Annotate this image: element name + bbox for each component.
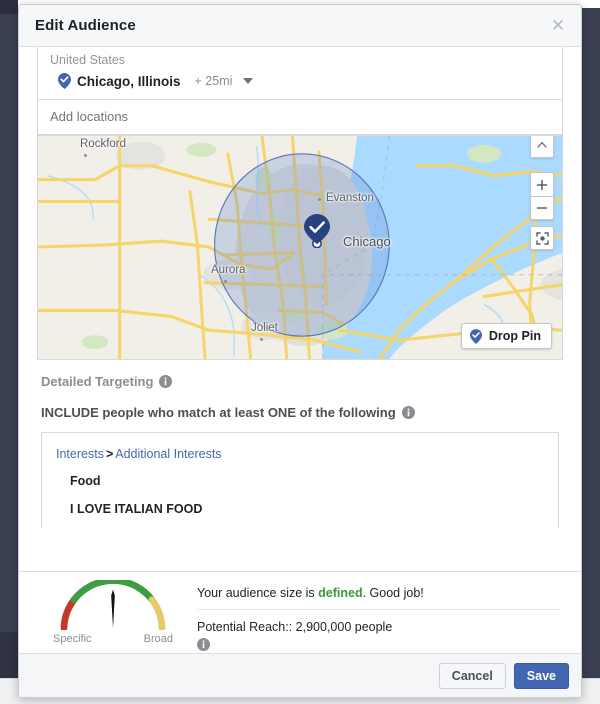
cancel-button[interactable]: Cancel (438, 662, 506, 689)
page-title: Edit Audience (35, 17, 136, 34)
gauge-specific-label: Specific (53, 633, 92, 645)
audience-size-status: Your audience size is defined. Good job! (197, 586, 561, 610)
drop-pin-label: Drop Pin (488, 329, 541, 343)
map-fullscreen-button[interactable] (530, 226, 554, 250)
locations-section: United States Chicago, Illinois + 25mi (19, 47, 581, 135)
dialog-header: Edit Audience ✕ (19, 5, 581, 47)
chevron-up-icon (537, 141, 547, 148)
save-button[interactable]: Save (513, 662, 569, 689)
audience-size-prefix: Your audience size is (197, 586, 319, 600)
location-name: Chicago, Illinois (77, 73, 181, 89)
detailed-targeting-heading: Detailed Targeting (41, 374, 559, 389)
background-right-edge (582, 0, 600, 704)
locations-box: United States Chicago, Illinois + 25mi (37, 47, 563, 135)
info-icon[interactable] (159, 375, 173, 388)
audience-size-suffix: . Good job! (362, 586, 424, 600)
plus-icon (536, 179, 548, 190)
location-map[interactable]: Rockford Evanston Chicago Aurora Joliet … (37, 135, 563, 360)
detailed-targeting-section: Detailed Targeting INCLUDE people who ma… (19, 360, 581, 528)
info-icon[interactable] (401, 406, 415, 419)
map-pin-marker[interactable] (304, 214, 330, 248)
location-radius: + 25mi (194, 74, 233, 88)
edit-audience-dialog: Edit Audience ✕ United States Chicago, I… (18, 4, 582, 698)
chevron-down-icon[interactable] (243, 78, 254, 84)
map-zoom-in-button[interactable] (530, 172, 554, 196)
background-nav-block (0, 632, 18, 678)
gauge-meter-icon (60, 577, 166, 632)
add-locations-input[interactable] (38, 100, 562, 134)
page-root: a t g ur ur s yo Edit Audience ✕ United … (0, 0, 600, 704)
map-zoom-out-button[interactable] (530, 196, 554, 220)
detailed-targeting-label: Detailed Targeting (41, 374, 154, 389)
potential-reach: Potential Reach:: 2,900,000 people (197, 620, 393, 634)
breadcrumb-additional-interests-link[interactable]: Additional Interests (115, 447, 221, 461)
dialog-body: United States Chicago, Illinois + 25mi A… (19, 47, 581, 653)
background-nav-top (0, 0, 18, 14)
audience-summary: Your audience size is defined. Good job!… (187, 580, 561, 653)
map-pin-check-icon (58, 73, 71, 89)
location-country-label: United States (50, 53, 126, 67)
status-badge: defined (318, 586, 363, 600)
list-item[interactable]: I LOVE ITALIAN FOOD (42, 502, 558, 516)
location-row-chicago[interactable]: Chicago, Illinois + 25mi (38, 69, 562, 100)
include-label: INCLUDE people who match at least ONE of… (41, 405, 396, 420)
drop-pin-button[interactable]: Drop Pin (460, 323, 552, 349)
dialog-footer: Cancel Save (19, 653, 581, 697)
minus-icon (536, 207, 548, 209)
map-pan-up-button[interactable] (530, 136, 554, 158)
fullscreen-target-icon (535, 231, 549, 245)
gauge-broad-label: Broad (143, 633, 173, 645)
breadcrumb-separator: > (105, 447, 114, 461)
breadcrumb: Interests > Additional Interests (42, 447, 558, 461)
info-icon[interactable] (197, 638, 210, 651)
gauge-scale-labels: Specific Broad (39, 633, 187, 645)
audience-size-panel: Specific Broad Your audience size is def… (19, 571, 581, 653)
background-nav-sidebar (0, 0, 18, 704)
include-heading: INCLUDE people who match at least ONE of… (41, 405, 559, 420)
map-pin-check-icon (469, 328, 482, 344)
list-item[interactable]: Food (42, 474, 558, 488)
breadcrumb-interests-link[interactable]: Interests (56, 447, 104, 461)
interests-list-box: Interests > Additional Interests Food I LO… (41, 432, 559, 528)
close-icon[interactable]: ✕ (547, 15, 569, 37)
audience-gauge: Specific Broad (39, 577, 187, 645)
